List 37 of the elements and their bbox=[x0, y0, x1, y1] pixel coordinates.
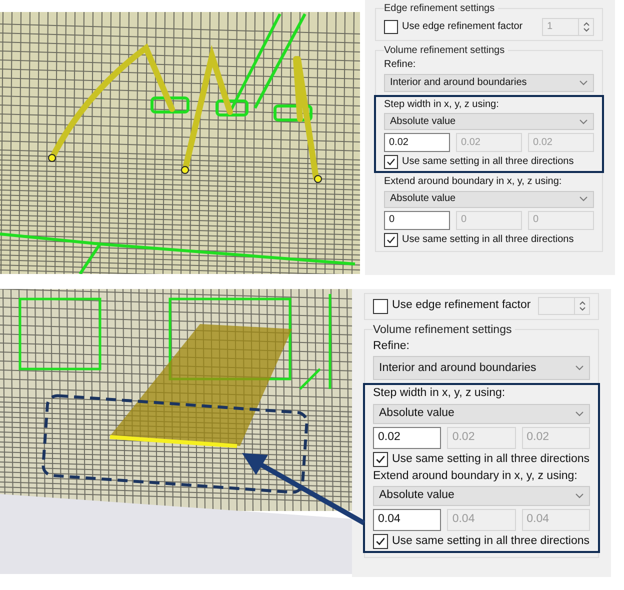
mode-dropdown[interactable]: Absolute value bbox=[384, 113, 594, 130]
check-icon bbox=[375, 536, 386, 547]
group-title: Volume refinement settings bbox=[373, 324, 515, 338]
mode-dropdown[interactable]: Absolute value bbox=[373, 486, 590, 506]
value-field[interactable]: 0 bbox=[384, 210, 450, 230]
dropdown-caret-icon bbox=[579, 196, 588, 202]
same-setting-checkbox[interactable]: Use same setting in all three directions bbox=[373, 452, 590, 467]
dropdown-caret-icon bbox=[575, 492, 584, 499]
mode-dropdown[interactable]: Absolute value bbox=[384, 190, 594, 208]
same-setting-checkbox[interactable]: Use same setting in all three directions bbox=[384, 232, 594, 246]
group-title: Volume refinement settings bbox=[384, 44, 508, 56]
check-icon bbox=[386, 157, 396, 167]
section-label: Step width in x, y, z using: bbox=[384, 98, 500, 110]
same-setting-checkbox[interactable]: Use same setting in all three directions bbox=[373, 534, 590, 549]
section-label: Extend around boundary in x, y, z using: bbox=[373, 470, 578, 483]
value-field[interactable]: 0.02 bbox=[373, 426, 442, 449]
mode-dropdown[interactable]: Absolute value bbox=[373, 404, 590, 424]
check-icon bbox=[386, 234, 396, 244]
value-field[interactable]: 0.04 bbox=[373, 508, 442, 531]
spin-arrows-icon bbox=[582, 20, 590, 32]
refine-label: Refine: bbox=[373, 340, 410, 354]
edge-refinement-checkbox[interactable]: Use edge refinement factor bbox=[384, 20, 523, 34]
spin-field[interactable] bbox=[538, 297, 590, 315]
dropdown-caret-icon bbox=[575, 410, 584, 417]
check-icon bbox=[375, 454, 386, 465]
refine-dropdown[interactable]: Interior and around boundaries bbox=[384, 74, 594, 92]
dropdown-caret-icon bbox=[579, 118, 588, 124]
spin-arrows-icon bbox=[578, 300, 586, 312]
group-title: Edge refinement settings bbox=[384, 3, 498, 14]
refine-label: Refine: bbox=[384, 59, 417, 70]
value-field[interactable]: 0.02 bbox=[384, 133, 450, 152]
dropdown-caret-icon bbox=[575, 365, 584, 372]
section-label: Extend around boundary in x, y, z using: bbox=[384, 176, 563, 188]
refine-dropdown[interactable]: Interior and around boundaries bbox=[373, 356, 590, 380]
same-setting-checkbox[interactable]: Use same setting in all three directions bbox=[384, 155, 594, 169]
section-label: Step width in x, y, z using: bbox=[373, 387, 506, 401]
dropdown-caret-icon bbox=[579, 80, 588, 86]
